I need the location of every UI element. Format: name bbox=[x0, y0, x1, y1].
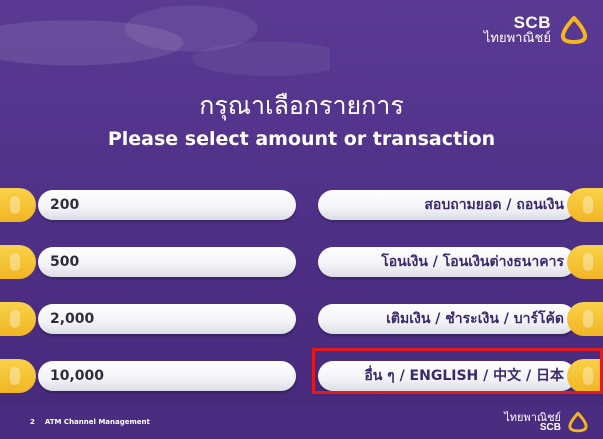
title-thai: กรุณาเลือกรายการ bbox=[199, 91, 404, 120]
transaction-label: เติมเงิน / ชำระเงิน / บาร์โค้ด bbox=[318, 304, 576, 334]
amount-button-200[interactable]: 200 bbox=[0, 188, 296, 222]
footer-brand-en: SCB bbox=[539, 421, 561, 433]
brand-name-en: SCB bbox=[513, 13, 551, 32]
atm-screen: SCB ไทยพาณิชย์ กรุณาเลือกรายการ Please s… bbox=[0, 0, 603, 439]
transfer-button[interactable]: โอนเงิน / โอนเงินต่างธนาคาร bbox=[318, 245, 603, 279]
footer-brand-th: ไทยพาณิชย์ bbox=[504, 410, 561, 424]
transaction-label: โอนเงิน / โอนเงินต่างธนาคาร bbox=[318, 247, 576, 277]
left-tab-icon bbox=[0, 188, 36, 222]
right-tab-icon bbox=[567, 245, 603, 279]
brand-header: SCB ไทยพาณิชย์ bbox=[484, 14, 589, 45]
amount-button-500[interactable]: 500 bbox=[0, 245, 296, 279]
left-tab-icon bbox=[0, 302, 36, 336]
scb-logo-icon bbox=[568, 411, 588, 433]
footer-bar: 2 ATM Channel Management ไทยพาณิชย์ SCB bbox=[0, 405, 603, 439]
footer-left: 2 ATM Channel Management bbox=[30, 418, 150, 426]
page-number: 2 bbox=[30, 418, 35, 426]
amount-label: 200 bbox=[38, 190, 296, 220]
amount-label: 500 bbox=[38, 247, 296, 277]
selection-highlight-box bbox=[312, 348, 603, 394]
amount-label: 10,000 bbox=[38, 361, 296, 391]
right-tab-icon bbox=[567, 188, 603, 222]
title-english: Please select amount or transaction bbox=[107, 128, 496, 150]
topup-payment-button[interactable]: เติมเงิน / ชำระเงิน / บาร์โค้ด bbox=[318, 302, 603, 336]
footer-brand-text: ไทยพาณิชย์ SCB bbox=[504, 412, 561, 433]
brand-name-th: ไทยพาณิชย์ bbox=[483, 30, 551, 46]
left-tab-icon bbox=[0, 245, 36, 279]
amount-button-10000[interactable]: 10,000 bbox=[0, 359, 296, 393]
footer-brand: ไทยพาณิชย์ SCB bbox=[504, 411, 589, 433]
background-pattern bbox=[0, 0, 330, 95]
scb-logo-icon bbox=[560, 15, 588, 44]
amount-button-2000[interactable]: 2,000 bbox=[0, 302, 296, 336]
amount-label: 2,000 bbox=[38, 304, 296, 334]
footer-caption: ATM Channel Management bbox=[44, 418, 150, 426]
balance-withdraw-button[interactable]: สอบถามยอด / ถอนเงิน bbox=[318, 188, 603, 222]
right-tab-icon bbox=[567, 302, 603, 336]
left-tab-icon bbox=[0, 359, 36, 393]
transaction-label: สอบถามยอด / ถอนเงิน bbox=[318, 190, 576, 220]
brand-text: SCB ไทยพาณิชย์ bbox=[484, 14, 551, 45]
